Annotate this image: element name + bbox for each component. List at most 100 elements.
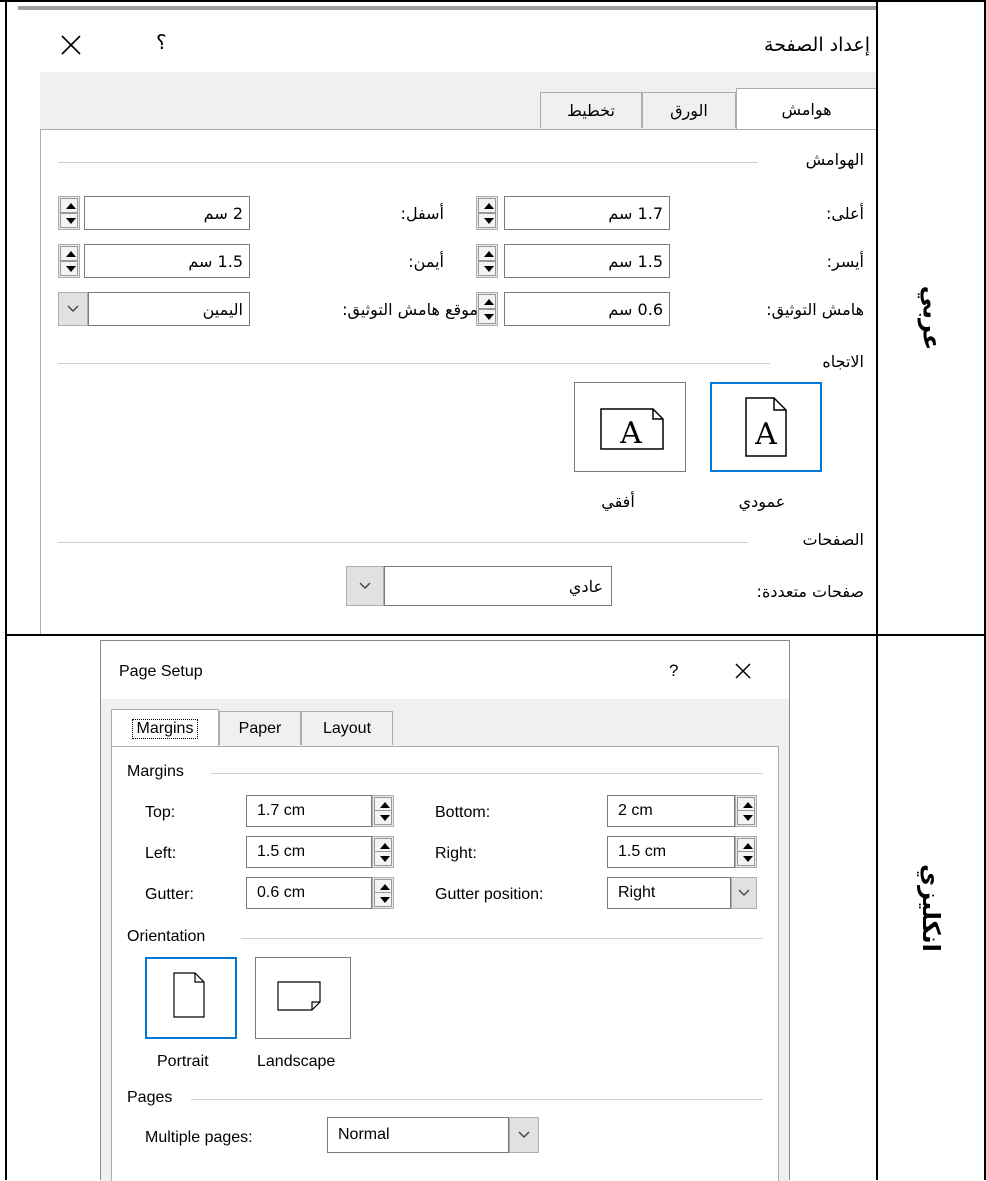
- left-field[interactable]: 1.5 cm: [246, 836, 372, 868]
- spin-down-icon[interactable]: [60, 261, 78, 276]
- multiple-pages-label: Multiple pages:: [145, 1129, 253, 1146]
- tab-paper[interactable]: الورق: [642, 92, 736, 128]
- svg-text:A: A: [754, 417, 777, 452]
- spin-down-icon[interactable]: [374, 851, 392, 866]
- close-icon[interactable]: [58, 32, 84, 58]
- gutter-position-dropdown[interactable]: [58, 292, 88, 326]
- multiple-pages-label: صفحات متعددة:: [756, 582, 864, 601]
- gutter-position-label: موقع هامش التوثيق:: [342, 300, 478, 319]
- top-spinner[interactable]: [372, 795, 394, 827]
- spin-down-icon[interactable]: [737, 851, 755, 866]
- gutter-spinner[interactable]: [476, 292, 498, 326]
- bottom-spinner[interactable]: [58, 196, 80, 230]
- spin-down-icon[interactable]: [60, 213, 78, 228]
- right-label: أيمن:: [408, 252, 444, 271]
- portrait-label: عمودي: [738, 492, 786, 511]
- bottom-field[interactable]: 2 سم: [84, 196, 250, 230]
- table-top-border: [0, 0, 986, 2]
- right-field[interactable]: 1.5 cm: [607, 836, 735, 868]
- spin-up-icon[interactable]: [478, 198, 496, 213]
- gutter-field[interactable]: 0.6 cm: [246, 877, 372, 909]
- left-spinner[interactable]: [372, 836, 394, 868]
- chevron-down-icon: [738, 889, 750, 896]
- row-label-english-cell: انكليزي: [878, 636, 984, 1180]
- right-spinner[interactable]: [58, 244, 80, 278]
- spin-up-icon[interactable]: [478, 246, 496, 261]
- row-label-english: انكليزي: [917, 864, 945, 952]
- pages-group-label: الصفحات: [802, 530, 864, 549]
- bottom-field[interactable]: 2 cm: [607, 795, 735, 827]
- table-row-border: [5, 634, 986, 636]
- margins-group-line: [211, 773, 763, 774]
- row-label-arabic: عربي: [917, 285, 945, 351]
- multiple-pages-dropdown[interactable]: [509, 1117, 539, 1153]
- landscape-button[interactable]: A: [574, 382, 686, 472]
- spin-up-icon[interactable]: [60, 246, 78, 261]
- spin-up-icon[interactable]: [60, 198, 78, 213]
- tab-paper[interactable]: Paper: [219, 711, 301, 745]
- tab-margins-label: Margins: [131, 718, 199, 739]
- bottom-spinner[interactable]: [735, 795, 757, 827]
- spin-down-icon[interactable]: [478, 213, 496, 228]
- top-field[interactable]: 1.7 سم: [504, 196, 670, 230]
- portrait-page-icon: A: [745, 397, 787, 457]
- margins-group-line: [58, 162, 758, 163]
- help-icon[interactable]: ؟: [156, 30, 167, 54]
- close-icon[interactable]: [731, 659, 755, 683]
- orientation-group-label: Orientation: [127, 928, 206, 945]
- top-field[interactable]: 1.7 cm: [246, 795, 372, 827]
- margins-group-label: Margins: [127, 763, 184, 780]
- chevron-down-icon: [67, 305, 79, 312]
- tab-layout[interactable]: Layout: [301, 711, 393, 745]
- portrait-label: Portrait: [157, 1053, 209, 1070]
- landscape-button[interactable]: [255, 957, 351, 1039]
- gutter-spinner[interactable]: [372, 877, 394, 909]
- right-label: Right:: [435, 845, 477, 862]
- english-dialog: Page Setup ? Margins Paper Layout Margin…: [100, 640, 790, 1181]
- english-dialog-title: Page Setup: [119, 663, 203, 680]
- spin-down-icon[interactable]: [374, 892, 392, 907]
- chevron-down-icon: [359, 582, 371, 589]
- pages-group-line: [191, 1099, 763, 1100]
- tab-margins[interactable]: هوامش: [736, 88, 876, 130]
- margins-group-label: الهوامش: [805, 150, 864, 169]
- gutter-field[interactable]: 0.6 سم: [504, 292, 670, 326]
- top-label: Top:: [145, 804, 176, 821]
- bottom-label: Bottom:: [435, 804, 491, 821]
- multiple-pages-dropdown[interactable]: [346, 566, 384, 606]
- chevron-down-icon: [518, 1131, 530, 1138]
- portrait-page-icon: [173, 972, 205, 1018]
- multiple-pages-select[interactable]: عادي: [384, 566, 612, 606]
- left-label: أيسر:: [826, 252, 864, 271]
- landscape-label: أفقي: [601, 492, 635, 511]
- spin-down-icon[interactable]: [478, 261, 496, 276]
- gutter-position-select[interactable]: اليمين: [88, 292, 250, 326]
- right-field[interactable]: 1.5 سم: [84, 244, 250, 278]
- portrait-button[interactable]: [145, 957, 237, 1039]
- help-icon[interactable]: ?: [669, 661, 678, 681]
- svg-text:A: A: [619, 416, 642, 451]
- spin-down-icon[interactable]: [478, 309, 496, 324]
- spin-down-icon[interactable]: [374, 810, 392, 825]
- left-spinner[interactable]: [476, 244, 498, 278]
- top-spinner[interactable]: [476, 196, 498, 230]
- spin-up-icon[interactable]: [478, 294, 496, 309]
- orientation-group-line: [58, 363, 770, 364]
- landscape-page-icon: A: [600, 408, 664, 451]
- gutter-position-dropdown[interactable]: [731, 877, 757, 909]
- multiple-pages-select[interactable]: Normal: [327, 1117, 509, 1153]
- right-spinner[interactable]: [735, 836, 757, 868]
- gutter-position-select[interactable]: Right: [607, 877, 731, 909]
- orientation-group-label: الاتجاه: [822, 352, 864, 371]
- tab-margins[interactable]: Margins: [111, 709, 219, 747]
- tab-layout[interactable]: تخطيط: [540, 92, 642, 128]
- spin-down-icon[interactable]: [737, 810, 755, 825]
- left-field[interactable]: 1.5 سم: [504, 244, 670, 278]
- pages-group-label: Pages: [127, 1089, 173, 1106]
- table-left-border: [5, 0, 7, 1180]
- orientation-group-line: [241, 938, 763, 939]
- gutter-label: Gutter:: [145, 886, 194, 903]
- portrait-button[interactable]: A: [710, 382, 822, 472]
- left-label: Left:: [145, 845, 177, 862]
- gutter-label: هامش التوثيق:: [766, 300, 864, 319]
